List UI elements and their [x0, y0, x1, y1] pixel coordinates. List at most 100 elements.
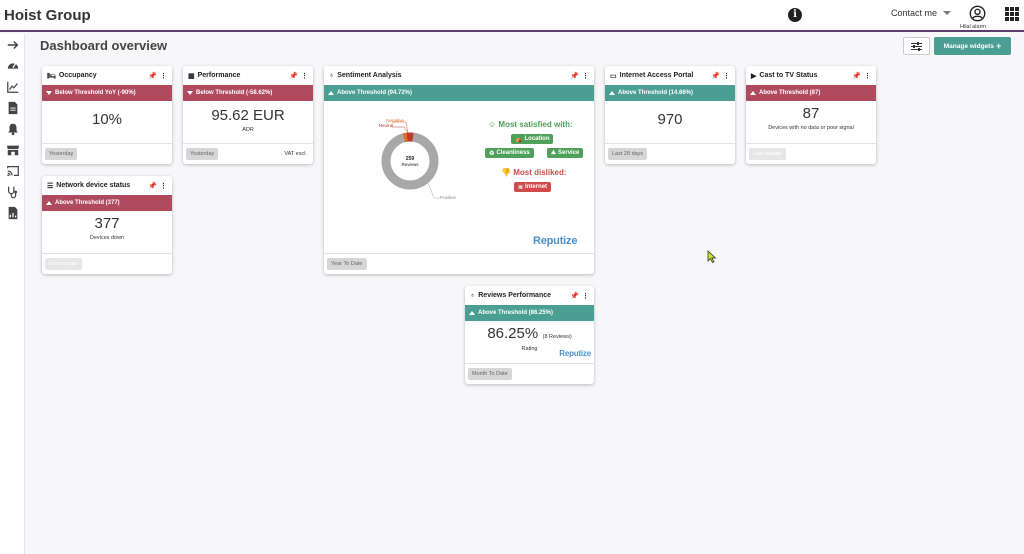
- period-tag[interactable]: Yesterday: [45, 148, 78, 160]
- apps-grid-icon[interactable]: [1005, 7, 1019, 21]
- more-icon[interactable]: ⋮: [723, 72, 730, 80]
- widget-title: Network device status: [56, 182, 131, 189]
- widget-title: Internet Access Portal: [619, 72, 694, 79]
- filter-settings-button[interactable]: [903, 37, 930, 55]
- arrow-down-icon: [46, 91, 52, 95]
- store-icon[interactable]: [0, 139, 25, 160]
- monitor-icon: ▭: [610, 72, 617, 80]
- kpi-value: 87: [802, 105, 820, 122]
- info-icon[interactable]: i: [788, 8, 802, 22]
- widget-header: 🛏 Occupancy 📌 ⋮: [42, 66, 172, 85]
- kpi-label: Devices down: [89, 235, 125, 241]
- bed-icon: 🛏: [47, 72, 56, 80]
- pin-icon[interactable]: 📌: [289, 72, 298, 80]
- widget-title: Reviews Performance: [478, 292, 552, 299]
- pin-icon[interactable]: 📌: [148, 72, 157, 80]
- threshold-label: Below Threshold (-58.62%): [196, 90, 273, 96]
- period-tag[interactable]: Month To Date: [468, 368, 512, 380]
- more-icon[interactable]: ⋮: [301, 72, 308, 80]
- more-icon[interactable]: ⋮: [160, 72, 167, 80]
- satisfied-chip-cleanliness[interactable]: ♻ Cleanliness: [485, 148, 534, 158]
- satisfied-chip-location[interactable]: ⛺ Location: [511, 134, 554, 144]
- more-icon[interactable]: ⋮: [160, 182, 167, 190]
- widget-title: Sentiment Analysis: [337, 72, 402, 79]
- pin-icon[interactable]: 📌: [570, 292, 579, 300]
- disliked-chip-internet[interactable]: ≋ Internet: [514, 182, 552, 192]
- cast-icon[interactable]: [0, 160, 25, 181]
- network-device-status-widget[interactable]: ☰ Network device status 📌 ⋮ Above Threshol…: [42, 176, 172, 274]
- smile-icon: ☺: [488, 120, 497, 129]
- most-satisfied-heading: ☺ Most satisfied with:: [488, 120, 573, 129]
- kpi-label: ADR: [242, 127, 254, 133]
- sentiment-donut-chart[interactable]: 259 Reviews Negative Neutral Positive: [354, 112, 474, 207]
- mouse-cursor-icon: [707, 250, 717, 263]
- performance-widget[interactable]: ▦ Performance 📌 ⋮ Below Threshold (-58.62%…: [183, 66, 313, 164]
- threshold-band: Below Threshold YoY (-90%): [42, 85, 172, 101]
- threshold-label: Above Threshold (94.72%): [337, 90, 413, 96]
- caret-down-icon[interactable]: [943, 11, 951, 15]
- reputize-logo: Reputize: [559, 349, 591, 358]
- manage-widgets-button[interactable]: Manage widgets +: [934, 37, 1011, 55]
- kpi-value: 10%: [91, 111, 123, 128]
- arrow-down-icon: [187, 91, 193, 95]
- calendar-icon: ▦: [188, 72, 195, 80]
- wifi-icon: ≋: [518, 184, 524, 191]
- widget-footer: Last update: [746, 143, 876, 164]
- report-icon[interactable]: [0, 202, 25, 223]
- document-icon[interactable]: [0, 97, 25, 118]
- widget-title: Performance: [197, 72, 241, 79]
- widget-footer: Last update: [42, 253, 172, 274]
- pin-icon[interactable]: 📌: [148, 182, 157, 190]
- period-tag[interactable]: Last update: [749, 148, 786, 160]
- kpi-value: 377: [94, 215, 120, 232]
- most-disliked-label: Most disliked:: [513, 168, 567, 177]
- widget-header: ▦ Performance 📌 ⋮: [183, 66, 313, 85]
- donut-negative-slice[interactable]: [402, 132, 408, 143]
- period-tag[interactable]: Last update: [45, 258, 82, 270]
- location-icon: ⛺: [515, 136, 523, 143]
- vat-note: VAT excl.: [284, 151, 307, 157]
- widget-header: ▶ Cast to TV Status 📌 ⋮: [746, 66, 876, 85]
- service-icon: ⛰: [551, 149, 557, 156]
- more-icon[interactable]: ⋮: [582, 292, 589, 300]
- widget-header: ♁ Reviews Performance 📌 ⋮: [465, 286, 594, 305]
- brand-title[interactable]: Hoist Group: [4, 7, 91, 24]
- occupancy-widget[interactable]: 🛏 Occupancy 📌 ⋮ Below Threshold YoY (-90%)…: [42, 66, 172, 164]
- arrow-up-icon: [609, 91, 615, 95]
- line-chart-icon[interactable]: [0, 76, 25, 97]
- arrow-right-icon[interactable]: [0, 34, 25, 55]
- sentiment-analysis-widget[interactable]: ♁ Sentiment Analysis 📌 ⋮ Above Threshold (…: [324, 66, 594, 274]
- arrow-up-icon: [328, 91, 334, 95]
- sliders-icon: [911, 41, 922, 51]
- speedometer-icon[interactable]: [0, 55, 25, 76]
- sidebar: [0, 34, 25, 554]
- threshold-band: Below Threshold (-58.62%): [183, 85, 313, 101]
- kpi-value: 95.62 EUR: [211, 107, 285, 124]
- contact-menu[interactable]: Contact me: [891, 8, 937, 18]
- stethoscope-icon[interactable]: [0, 181, 25, 202]
- pin-icon[interactable]: 📌: [852, 72, 861, 80]
- cast-to-tv-widget[interactable]: ▶ Cast to TV Status 📌 ⋮ Above Threshold (8…: [746, 66, 876, 164]
- user-icon[interactable]: [969, 5, 986, 22]
- widget-header: ☰ Network device status 📌 ⋮: [42, 176, 172, 195]
- period-tag[interactable]: Last 28 days: [608, 148, 648, 160]
- satisfied-chip-service[interactable]: ⛰ Service: [547, 148, 584, 158]
- positive-label: Positive: [440, 195, 456, 200]
- period-tag[interactable]: Yesterday: [186, 148, 219, 160]
- more-icon[interactable]: ⋮: [582, 72, 589, 80]
- bell-icon[interactable]: [0, 118, 25, 139]
- arrow-up-icon: [469, 311, 475, 315]
- reviews-performance-widget[interactable]: ♁ Reviews Performance 📌 ⋮ Above Threshold …: [465, 286, 594, 384]
- play-icon: ▶: [751, 72, 757, 80]
- manage-widgets-label: Manage widgets: [943, 42, 994, 50]
- period-tag[interactable]: Year To Date: [327, 258, 367, 270]
- threshold-label: Above Threshold (87): [759, 90, 821, 96]
- thumbs-down-icon: 👎: [501, 168, 511, 177]
- user-name[interactable]: Hilal alarm: [960, 24, 986, 30]
- more-icon[interactable]: ⋮: [864, 72, 871, 80]
- pin-icon[interactable]: 📌: [570, 72, 579, 80]
- pin-icon[interactable]: 📌: [711, 72, 720, 80]
- page-title: Dashboard overview: [40, 38, 168, 53]
- internet-access-portal-widget[interactable]: ▭ Internet Access Portal 📌 ⋮ Above Thresho…: [605, 66, 735, 164]
- arrow-up-icon: [46, 201, 52, 205]
